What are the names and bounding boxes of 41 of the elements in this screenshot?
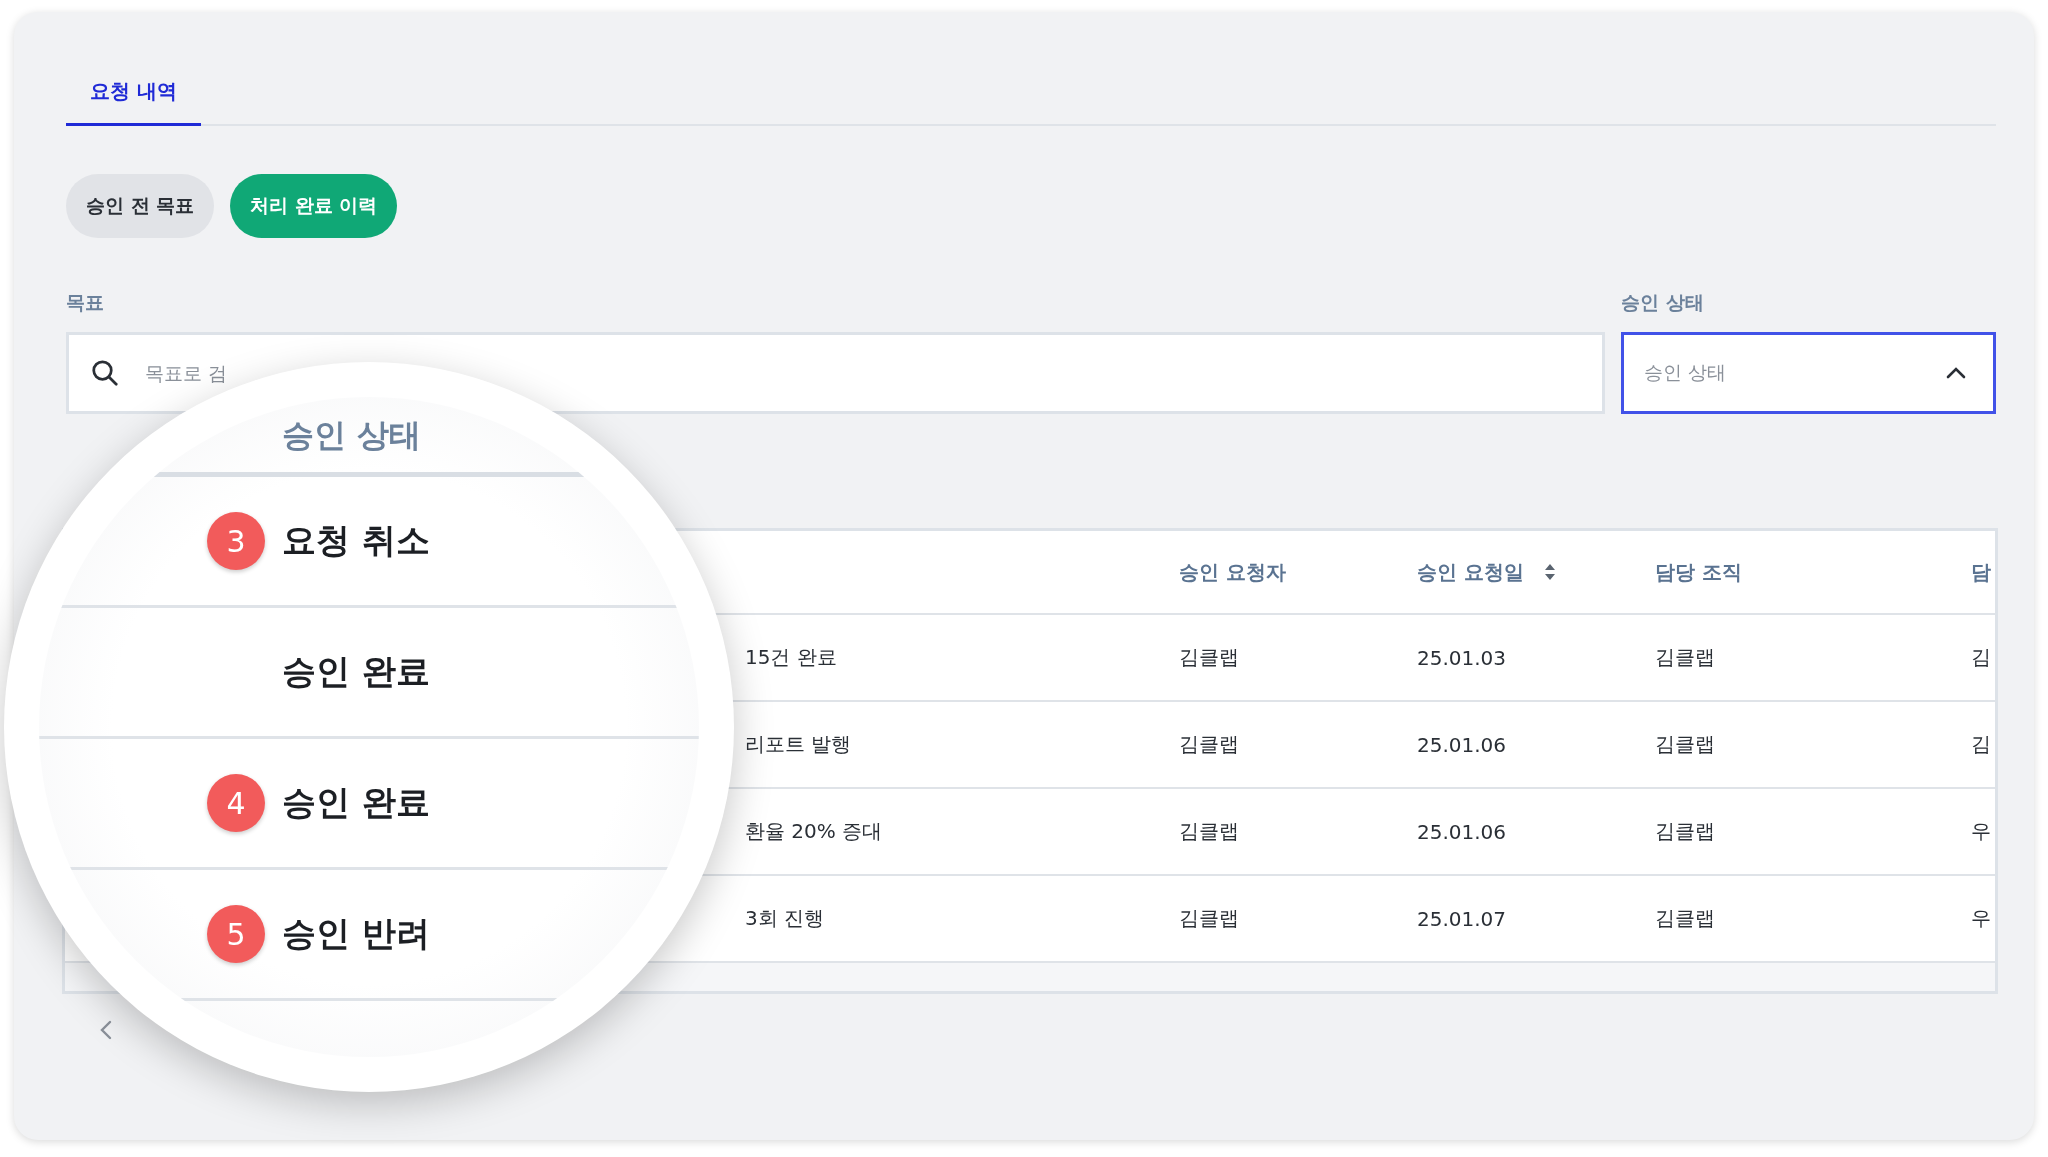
step-badge: 4 [207, 774, 265, 832]
table-cell-text: 김클랩 [1178, 905, 1239, 932]
filter-chip[interactable]: 승인 전 목표 [66, 174, 215, 238]
sort-icon[interactable] [1543, 563, 1556, 581]
dropdown-title: 승인 상태 [282, 415, 422, 456]
dropdown-option[interactable]: 승인 반려 [282, 911, 430, 957]
step-badge: 5 [207, 905, 265, 963]
dropdown-option[interactable]: 요청 취소 [282, 518, 430, 564]
table-cell-text: 김클랩 [1178, 818, 1239, 845]
column-header: 담 [1970, 558, 1992, 586]
table-cell-text: 25.01.07 [1416, 906, 1507, 931]
column-header[interactable]: 승인 요청일 [1401, 558, 1639, 586]
table-cell-text: 15건 완료 [744, 644, 837, 671]
table-cell-text: 김클랩 [1178, 731, 1239, 758]
search-field[interactable]: 목표로 검 [66, 332, 1605, 414]
table-cell-text: 우 [1970, 818, 1991, 845]
table-cell-text: 3회 진행 [744, 905, 825, 932]
table-cell-text: 김클랩 [1654, 644, 1715, 671]
table-cell-text: 김클랩 [1178, 644, 1239, 671]
table-cell-text: 25.01.06 [1416, 819, 1507, 844]
table-cell-text: 환율 20% 증대 [744, 818, 883, 845]
search-icon [90, 358, 120, 388]
field-label: 목표 [66, 290, 105, 315]
column-header: 담당 조직 [1654, 558, 1743, 586]
table-cell-text: 김 [1970, 644, 1991, 671]
table-cell-text: 김클랩 [1654, 731, 1715, 758]
table-cell-text: 김 [1970, 731, 1991, 758]
field-label: 승인 상태 [1621, 290, 1705, 315]
column-header: 승인 요청자 [1178, 558, 1287, 586]
table-cell-text: 25.01.03 [1416, 645, 1507, 670]
chevron-left-icon[interactable] [100, 1020, 112, 1040]
table-cell-text: 25.01.06 [1416, 732, 1507, 757]
tab[interactable]: 요청 내역 [66, 60, 201, 126]
table-cell-text: 김클랩 [1654, 905, 1715, 932]
table-cell-text: 우 [1970, 905, 1991, 932]
dropdown-option[interactable]: 승인 완료 [282, 649, 430, 695]
step-badge: 3 [207, 512, 265, 570]
chevron-icon [1945, 366, 1967, 380]
table-cell-text: 김클랩 [1654, 818, 1715, 845]
dropdown-option[interactable]: 승인 완료 [282, 780, 430, 826]
table-cell-text: 리포트 발행 [744, 731, 852, 758]
